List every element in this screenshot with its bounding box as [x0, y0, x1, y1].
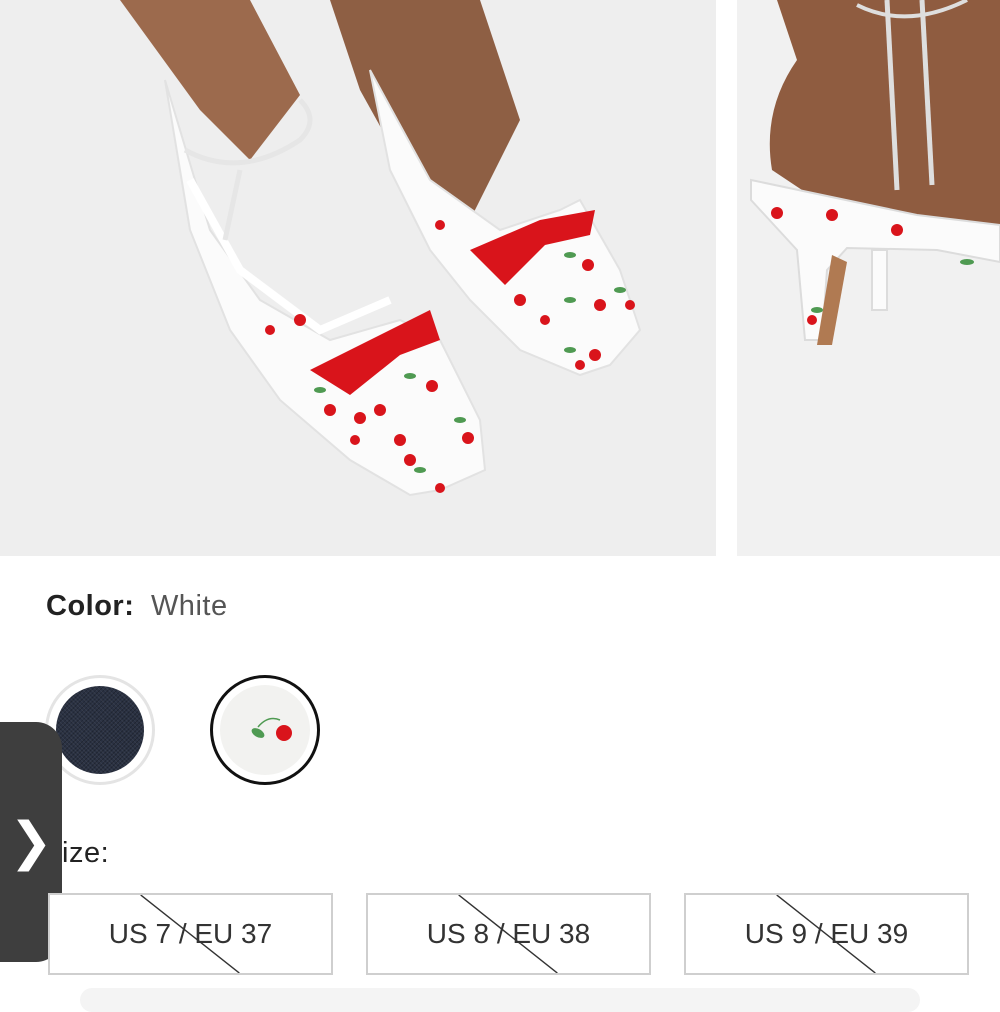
product-gallery	[0, 0, 1000, 556]
cherry-pattern	[220, 685, 310, 775]
size-option-label: US 7 / EU 37	[108, 918, 273, 949]
size-option-us7[interactable]: US 7 / EU 37	[48, 893, 333, 975]
size-option-label: US 8 / EU 38	[426, 918, 591, 949]
product-photo-heel[interactable]	[737, 0, 1000, 556]
denim-texture	[56, 686, 144, 774]
bottom-bar-edge	[80, 988, 920, 1012]
chevron-right-icon: ❯	[9, 812, 53, 872]
size-label: ize:	[62, 837, 110, 869]
color-selector-label: Color: White	[46, 590, 228, 623]
size-option-us8[interactable]: US 8 / EU 38	[366, 893, 651, 975]
product-photo-front[interactable]	[0, 0, 716, 556]
size-option-label: US 9 / EU 39	[744, 918, 909, 949]
shoe-front-illustration	[0, 0, 716, 556]
shoe-heel-illustration	[737, 0, 1000, 556]
color-label: Color:	[46, 590, 135, 622]
cherry-icon	[251, 717, 292, 741]
selected-color-value: White	[150, 590, 228, 622]
size-option-us9[interactable]: US 9 / EU 39	[684, 893, 969, 975]
swatch-white-cherry[interactable]	[210, 675, 320, 785]
